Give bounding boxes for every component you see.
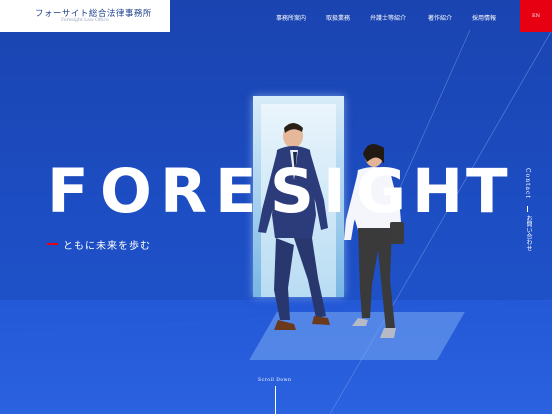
hero-letter-2: O (100, 156, 152, 227)
hero-tagline: ともに未来を歩む (63, 241, 151, 252)
side-contact-link[interactable]: Contact (524, 168, 531, 199)
nav-item-recruit[interactable]: 採用情報 (472, 13, 496, 22)
hero-letter-3: R (160, 156, 207, 227)
nav-item-publications[interactable]: 著作紹介 (428, 13, 452, 22)
language-button[interactable]: EN (520, 0, 552, 32)
scroll-down-label[interactable]: Scroll Down (258, 378, 291, 383)
tagline-accent-dash (47, 243, 58, 245)
nav-item-lawyers[interactable]: 弁護士等紹介 (370, 13, 406, 22)
hero-letter-1: F (47, 156, 89, 227)
side-divider (527, 206, 528, 212)
hero-letter-9: T (466, 156, 508, 227)
side-contact-jp-link[interactable]: お問い合わせ (524, 215, 533, 251)
hero-letter-6: I (323, 156, 346, 227)
logo-box[interactable]: フォーサイト総合法律事務所 Foresight Law Office (0, 0, 170, 32)
hero-letter-8: H (412, 156, 464, 227)
hero-letter-7: G (356, 156, 407, 227)
man-figure (258, 123, 330, 330)
nav-item-services[interactable]: 取扱業務 (326, 13, 350, 22)
nav-item-office[interactable]: 事務所案内 (276, 13, 306, 22)
hero-letter-5: S (270, 156, 314, 227)
logo-subtitle: Foresight Law Office (61, 18, 109, 23)
scroll-line (275, 386, 276, 414)
hero-letter-4: E (215, 156, 257, 227)
